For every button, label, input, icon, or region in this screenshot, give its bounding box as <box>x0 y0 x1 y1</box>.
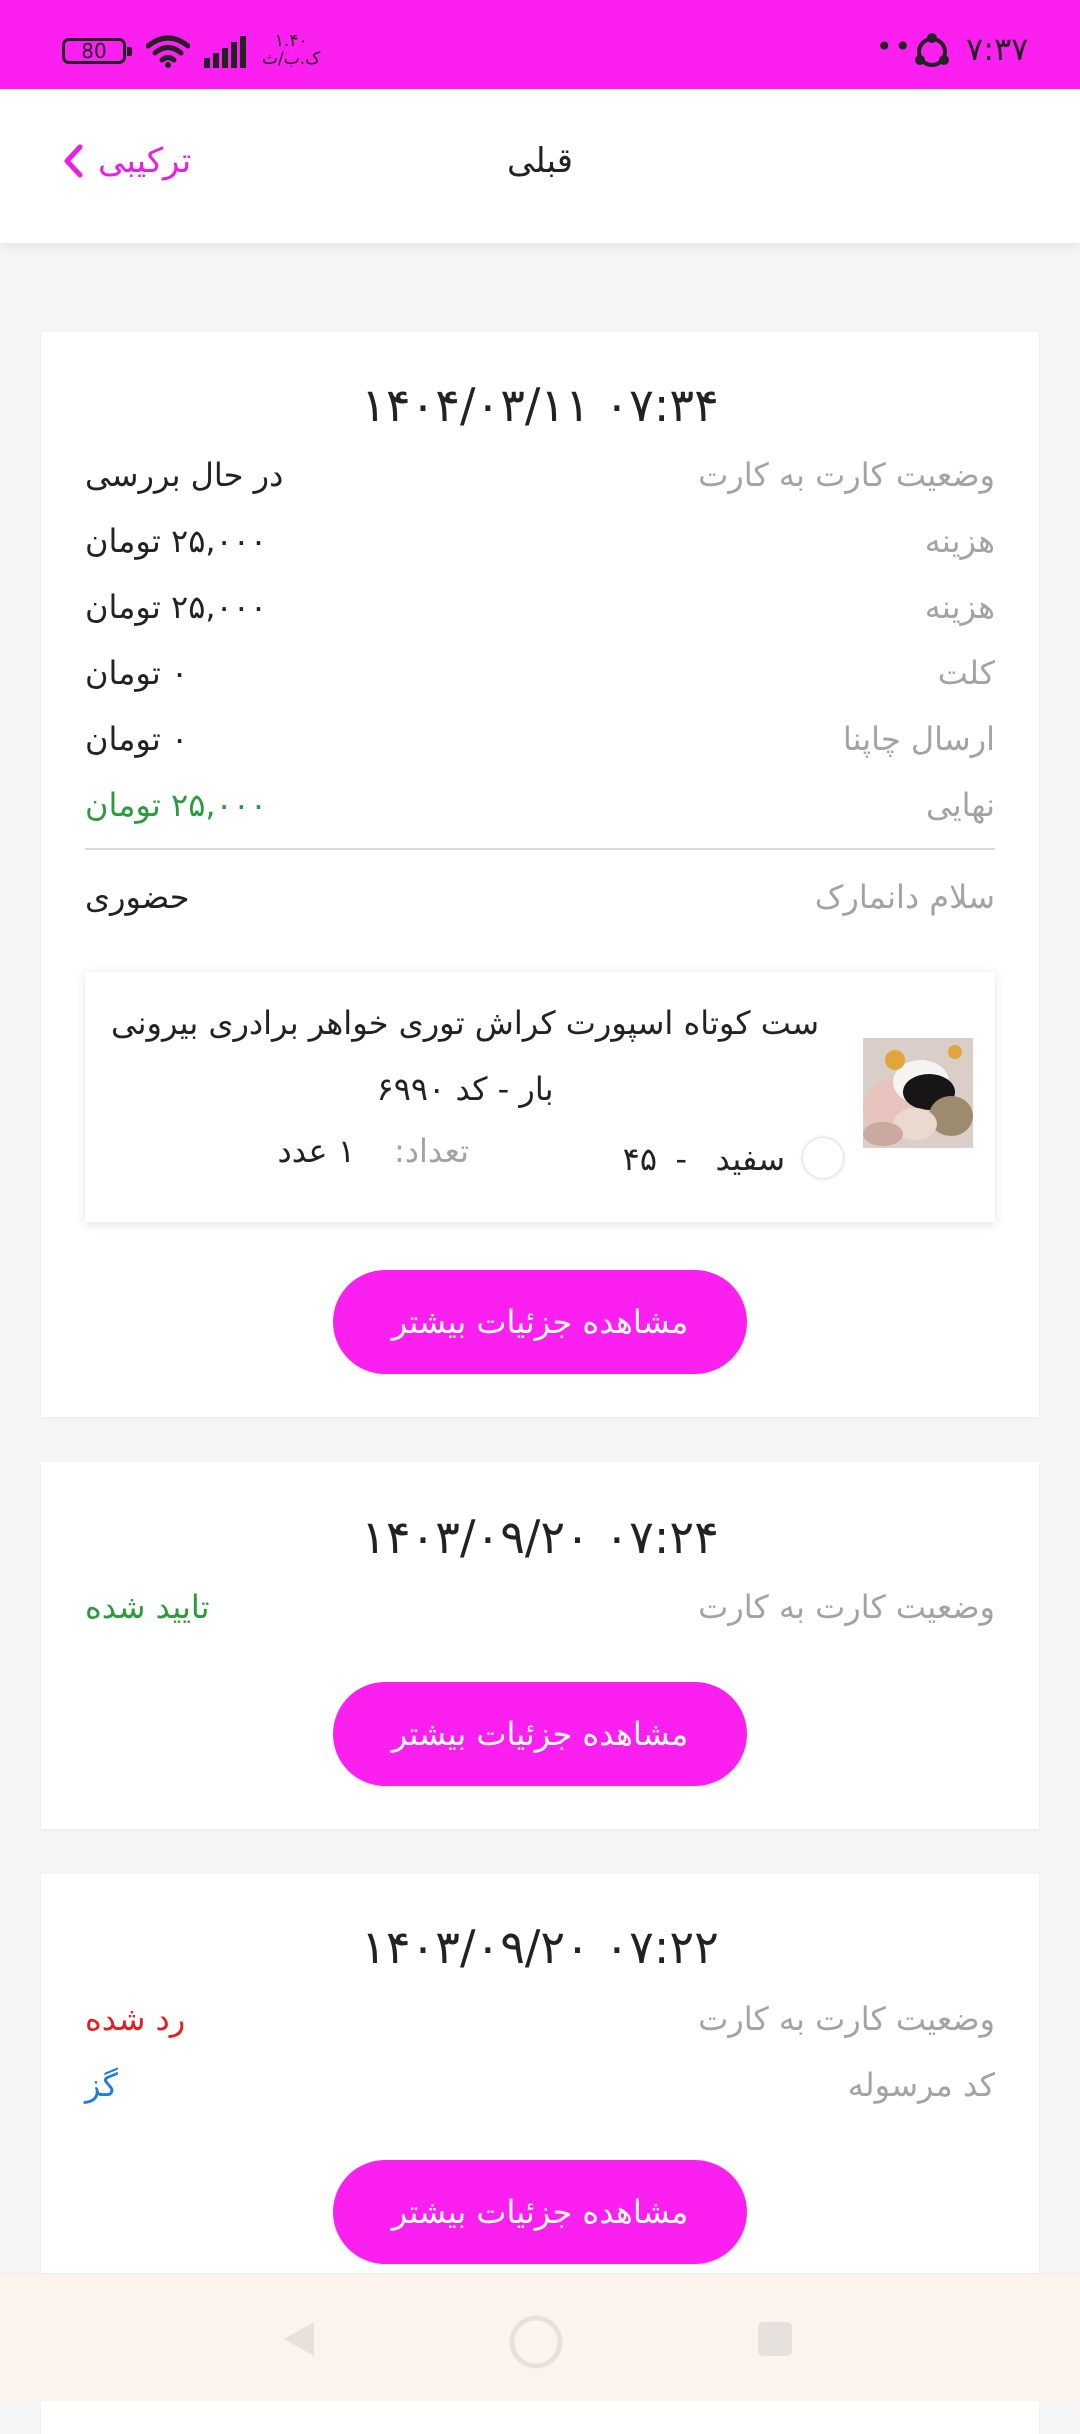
status-bar: 80 ۱.۴۰ ک.ب/ث •• ۷:۳۷ <box>0 0 1080 89</box>
order-card: ۱۴۰۳/۰۹/۲۰ ۰۷:۲۴ وضعیت کارت به کارت تایی… <box>41 1462 1039 1829</box>
row-label: کلت <box>937 654 995 692</box>
quantity-label: تعداد: <box>393 1132 469 1170</box>
order-item[interactable]: ست کوتاه اسپورت کراش توری خواهر برادری ب… <box>85 972 995 1222</box>
notification-dots: •• <box>876 30 914 63</box>
status-value: تایید شده <box>85 1588 210 1626</box>
row-label: کد مرسوله <box>847 2066 995 2104</box>
order-row: کد مرسوله گز <box>85 2060 995 2110</box>
row-value: ۰ تومان <box>85 654 189 692</box>
signal-icon <box>204 36 246 68</box>
row-value: ۲۵,۰۰۰ تومان <box>85 588 268 626</box>
product-image <box>863 1038 973 1148</box>
order-row: وضعیت کارت به کارت تایید شده <box>85 1582 995 1632</box>
product-title: ست کوتاه اسپورت کراش توری خواهر برادری ب… <box>110 1004 820 1108</box>
network-speed: ۱.۴۰ ک.ب/ث <box>262 31 321 69</box>
view-details-button[interactable]: مشاهده جزئیات بیشتر <box>333 1682 747 1786</box>
back-label: ترکیبی <box>98 141 192 181</box>
row-label: وضعیت کارت به کارت <box>698 2000 995 2038</box>
order-row: هزینه ۲۵,۰۰۰ تومان <box>85 516 995 566</box>
chevron-left-icon <box>64 144 83 178</box>
row-label: سلام دانمارک <box>814 878 995 916</box>
row-label: ارسال چاپنا <box>842 720 995 758</box>
color-swatch <box>803 1138 843 1178</box>
delivery-row: سلام دانمارک حضوری <box>85 872 995 922</box>
row-value: در حال بررسی <box>85 456 284 494</box>
order-date: ۱۴۰۳/۰۹/۲۰ ۰۷:۲۲ <box>361 1920 719 1974</box>
order-row: کلت ۰ تومان <box>85 648 995 698</box>
quantity-value: ۱ عدد <box>277 1132 356 1170</box>
order-row: وضعیت کارت به کارت رد شده <box>85 1994 995 2044</box>
row-label: هزینه <box>924 522 995 560</box>
row-value: ۰ تومان <box>85 720 189 758</box>
sync-icon <box>915 33 949 67</box>
order-date: ۱۴۰۳/۰۹/۲۰ ۰۷:۲۴ <box>361 1510 719 1564</box>
back-button[interactable]: ترکیبی <box>62 141 191 181</box>
row-label: هزینه <box>924 588 995 626</box>
row-value: ۲۵,۰۰۰ تومان <box>85 522 268 560</box>
system-nav-bar <box>0 2273 1080 2401</box>
divider <box>85 848 995 850</box>
separator: - <box>675 1140 687 1178</box>
order-date: ۱۴۰۴/۰۳/۱۱ ۰۷:۳۴ <box>361 378 719 432</box>
order-row-total: نهایی ۲۵,۰۰۰ تومان <box>85 780 995 830</box>
row-value: حضوری <box>85 878 190 916</box>
square-recents-icon[interactable] <box>754 2318 796 2360</box>
app-header: قبلی ترکیبی <box>0 89 1080 243</box>
order-row: ارسال چاپنا ۰ تومان <box>85 714 995 764</box>
product-color: سفید <box>715 1140 785 1178</box>
battery-icon: 80 <box>62 38 132 64</box>
order-row: وضعیت کارت به کارت در حال بررسی <box>85 450 995 500</box>
wifi-icon <box>146 35 190 68</box>
view-details-button[interactable]: مشاهده جزئیات بیشتر <box>333 1270 747 1374</box>
status-value: رد شده <box>85 2000 186 2038</box>
row-label: نهایی <box>926 786 995 824</box>
circle-home-icon[interactable] <box>508 2314 564 2370</box>
clock: ۷:۳۷ <box>966 30 1029 68</box>
total-value: ۲۵,۰۰۰ تومان <box>85 786 268 824</box>
product-size: ۴۵ <box>622 1140 657 1178</box>
order-row: هزینه ۲۵,۰۰۰ تومان <box>85 582 995 632</box>
row-label: وضعیت کارت به کارت <box>698 1588 995 1626</box>
row-label: وضعیت کارت به کارت <box>698 456 995 494</box>
triangle-back-icon[interactable] <box>276 2316 322 2362</box>
view-details-button[interactable]: مشاهده جزئیات بیشتر <box>333 2160 747 2264</box>
tracking-code[interactable]: گز <box>85 2066 118 2104</box>
order-card: ۱۴۰۴/۰۳/۱۱ ۰۷:۳۴ وضعیت کارت به کارت در ح… <box>41 332 1039 1417</box>
